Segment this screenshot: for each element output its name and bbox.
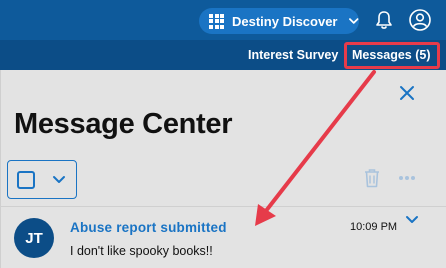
chevron-down-icon: [348, 18, 358, 24]
highlight-box: [344, 42, 440, 69]
bell-icon[interactable]: [373, 9, 395, 31]
select-all-control[interactable]: [7, 160, 77, 199]
message-preview: I don't like spooky books!!: [70, 244, 213, 258]
app-switcher-label: Destiny Discover: [232, 13, 338, 29]
divider: [0, 206, 446, 207]
message-subject-link[interactable]: Abuse report submitted: [70, 220, 227, 235]
trash-icon[interactable]: [363, 168, 381, 188]
user-circle-icon[interactable]: [408, 8, 432, 32]
grid-icon: [209, 13, 224, 29]
more-dots-icon[interactable]: [398, 175, 416, 181]
chevron-down-icon[interactable]: [52, 175, 66, 185]
avatar: JT: [14, 218, 54, 258]
select-all-checkbox[interactable]: [17, 171, 35, 189]
top-header-bar: Destiny Discover: [0, 0, 446, 40]
tab-interest-survey[interactable]: Interest Survey: [248, 40, 338, 70]
message-time: 10:09 PM: [350, 221, 398, 233]
page-title: Message Center: [14, 108, 233, 140]
close-icon[interactable]: [398, 84, 416, 102]
app-switcher-button[interactable]: Destiny Discover: [199, 8, 359, 34]
chevron-down-icon[interactable]: [405, 215, 419, 225]
